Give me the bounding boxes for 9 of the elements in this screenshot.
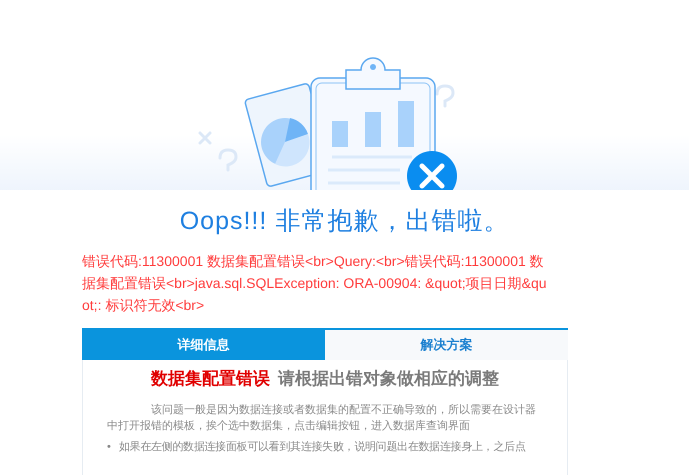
bullet-text: 如果在左侧的数据连接面板可以看到其连接失败，说明问题出在数据连接身上，之后点 xyxy=(118,440,526,454)
description-paragraph: 该问题一般是因为数据连接或者数据集的配置不正确导致的，所以需要在设计器中打开报错的模板，挨个选中数据集，点击编辑按钮，进入数据库查询界面 xyxy=(107,402,537,434)
error-type: 数据集配置错误 xyxy=(151,368,270,390)
bullet-marker: • xyxy=(107,440,111,454)
tab[interactable]: 解决方案 xyxy=(325,330,568,360)
error-message: 错误代码:11300001 数据集配置错误<br>Query:<br>错误代码:11300001 数据集配置错误<br>java.sql.SQLException: ORA-00904: &quot;项目日期&quot;: 标识符无效<br> xyxy=(82,252,548,315)
page-title: Oops!!! 非常抱歉，出错啦。 xyxy=(180,206,510,237)
tab[interactable]: 详细信息 xyxy=(82,330,325,360)
heading-text: 请根据出错对象做相应的调整 xyxy=(278,368,499,390)
